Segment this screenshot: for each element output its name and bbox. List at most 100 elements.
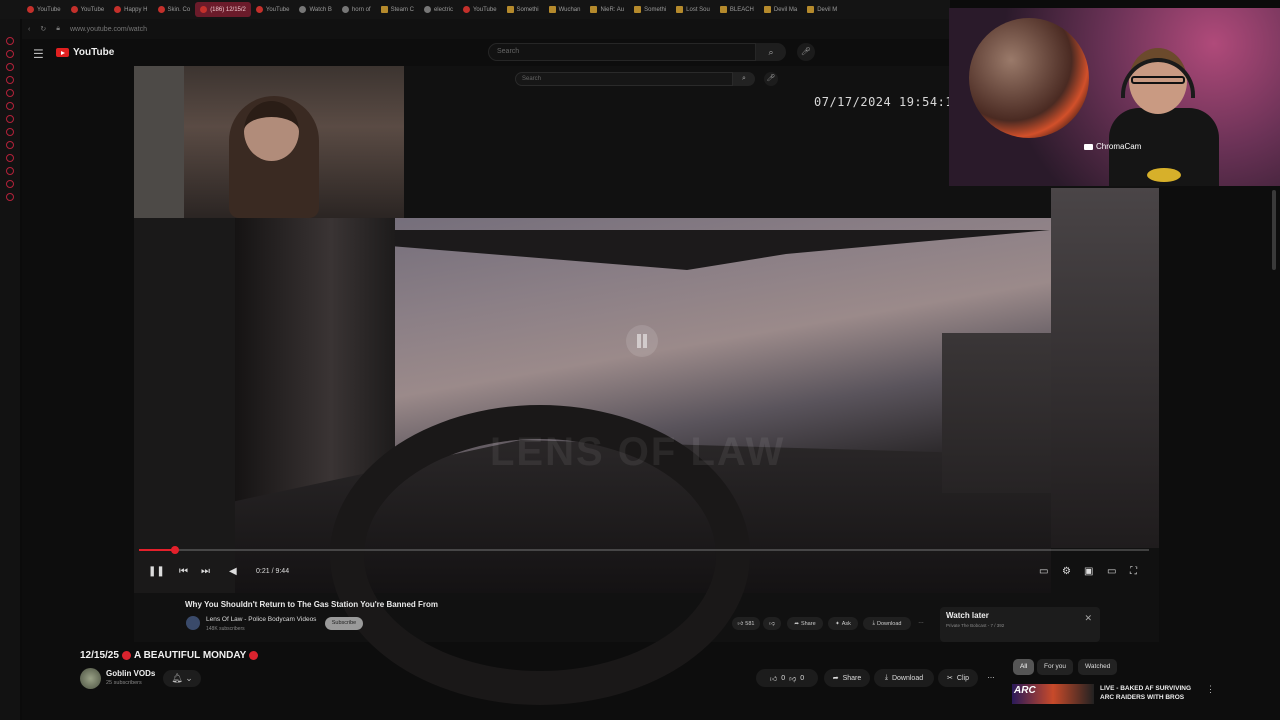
browser-tab[interactable]: (186) 12/15/2: [195, 2, 251, 17]
related-more-icon[interactable]: ⋮: [1206, 684, 1215, 695]
fullscreen-icon[interactable]: ⛶︎: [1130, 566, 1137, 577]
browser-tab[interactable]: horn of: [337, 2, 376, 17]
browser-tab[interactable]: Wuchan: [544, 2, 586, 17]
search-button[interactable]: ⌕: [756, 43, 786, 61]
time-display: 0:21 / 9:44: [256, 568, 290, 575]
sidebar-icon[interactable]: [6, 180, 14, 188]
inner-more-icon[interactable]: ⋯: [914, 617, 928, 630]
outer-download-button[interactable]: ⤓ Download: [874, 669, 934, 687]
next-icon[interactable]: ⏭︎: [201, 566, 210, 577]
inner-subscribe-button[interactable]: Subscribe: [325, 617, 363, 630]
camera-icon: [1084, 143, 1093, 150]
folder-icon: [763, 6, 771, 13]
settings-icon[interactable]: ⚙︎: [1062, 566, 1071, 577]
outer-like-count: 0: [781, 674, 786, 682]
inner-channel-name[interactable]: Lens Of Law - Police Bodycam Videos: [206, 616, 316, 623]
browser-tab[interactable]: Devil M: [802, 2, 842, 17]
download-icon: ⤓: [872, 620, 875, 626]
browser-tab[interactable]: BLEACH: [715, 2, 759, 17]
previous-icon[interactable]: ⏮︎: [179, 566, 188, 577]
search-icon: ⌕: [768, 47, 774, 57]
inner-download-button[interactable]: ⤓ Download: [863, 617, 911, 630]
share-icon: ➦: [832, 675, 839, 682]
sidebar-icon[interactable]: [6, 115, 14, 123]
outer-share-button[interactable]: ➦ Share: [824, 669, 870, 687]
sidebar-icon[interactable]: [6, 128, 14, 136]
youtube-logo[interactable]: YouTube: [56, 47, 114, 58]
browser-tab[interactable]: Happy H: [109, 2, 152, 17]
search-input[interactable]: Search: [488, 43, 756, 61]
browser-tab[interactable]: NieR: Au: [585, 2, 629, 17]
url-text[interactable]: www.youtube.com/watch: [70, 26, 147, 33]
sidebar-icon[interactable]: [6, 167, 14, 175]
youtube-logo-text: YouTube: [73, 47, 115, 58]
browser-tab[interactable]: YouTube: [66, 2, 110, 17]
inner-like-count: 581: [745, 620, 755, 627]
subtitles-icon[interactable]: ▭: [1039, 566, 1048, 577]
browser-tab[interactable]: Somethi: [502, 2, 544, 17]
outer-like-dislike[interactable]: 👍︎ 0 👎︎ 0: [756, 669, 818, 687]
youtube-play-icon: [56, 48, 69, 57]
youtube-icon: [255, 6, 263, 13]
browser-tab[interactable]: Skin. Co: [153, 2, 196, 17]
browser-tab[interactable]: YouTube: [22, 2, 66, 17]
inner-share-button[interactable]: ➦ Share: [787, 617, 823, 630]
sidebar-icon[interactable]: [6, 76, 14, 84]
progress-bar[interactable]: [139, 549, 1149, 551]
mic-icon[interactable]: 🎤︎: [797, 43, 815, 61]
sidebar-icon[interactable]: [6, 102, 14, 110]
browser-tab-label: Happy H: [124, 6, 148, 13]
thumbs-down-icon: 👎︎: [769, 620, 775, 627]
notification-bell-button[interactable]: 🔔︎ ⌄: [163, 670, 201, 687]
browser-tab[interactable]: Steam C: [376, 2, 419, 17]
inner-download-label: Download: [876, 620, 902, 627]
browser-tab[interactable]: YouTube: [251, 2, 295, 17]
sidebar-icon[interactable]: [6, 37, 14, 45]
chromacam-label: ChromaCam: [1084, 142, 1141, 151]
browser-tab[interactable]: electric: [419, 2, 458, 17]
scrollbar[interactable]: [1272, 190, 1276, 270]
sidebar-icon[interactable]: [6, 141, 14, 149]
back-icon[interactable]: ‹: [28, 26, 30, 33]
inner-like-button[interactable]: 👍︎ 581: [732, 617, 760, 630]
chip-all[interactable]: All: [1013, 659, 1035, 675]
related-video-thumbnail[interactable]: ARC: [1012, 684, 1094, 704]
browser-tab[interactable]: Watch B: [294, 2, 336, 17]
theater-mode-icon[interactable]: ▭: [1107, 566, 1116, 577]
thumbs-up-icon[interactable]: 👍︎: [770, 674, 777, 683]
browser-tab[interactable]: Devil Ma: [759, 2, 802, 17]
chip-for-you[interactable]: For you: [1037, 659, 1074, 675]
inner-dislike-button[interactable]: 👎︎: [763, 617, 781, 630]
outer-more-icon[interactable]: ⋯: [982, 669, 1000, 687]
inner-channel-avatar[interactable]: [186, 616, 200, 630]
related-video-title[interactable]: LIVE - BAKED AF SURVIVING ARC RAIDERS WI…: [1100, 684, 1200, 702]
reload-icon[interactable]: ↻: [40, 25, 46, 33]
watch-later-panel[interactable]: Watch later Private The Bobcast - 7 / 39…: [940, 607, 1100, 642]
thumbs-down-icon[interactable]: 👎︎: [789, 674, 796, 683]
miniplayer-icon[interactable]: ▣: [1084, 566, 1093, 577]
recording-timestamp: 07/17/2024 19:54:13: [814, 95, 961, 109]
sidebar-icon[interactable]: [6, 63, 14, 71]
outer-channel-avatar[interactable]: [80, 668, 101, 689]
volume-icon[interactable]: ◀︎: [229, 566, 237, 577]
sidebar-icon[interactable]: [6, 50, 14, 58]
planet-background: [969, 18, 1089, 138]
browser-tab[interactable]: Lost Sou: [671, 2, 715, 17]
pause-overlay-icon[interactable]: [626, 325, 658, 357]
hamburger-menu-icon[interactable]: ☰: [33, 47, 44, 61]
pause-icon[interactable]: ❚❚: [148, 566, 165, 577]
outer-clip-button[interactable]: ✂︎ Clip: [938, 669, 978, 687]
sidebar-icon[interactable]: [6, 154, 14, 162]
folder-icon: [380, 6, 388, 13]
video-watermark: LENS OF LAW: [490, 430, 786, 474]
browser-tab[interactable]: YouTube: [458, 2, 502, 17]
close-icon[interactable]: ✕: [1084, 613, 1092, 624]
inner-ask-label: Ask: [841, 620, 851, 627]
sidebar-icon[interactable]: [6, 193, 14, 201]
browser-tab[interactable]: Somethi: [629, 2, 671, 17]
inner-ask-button[interactable]: ✦ Ask: [828, 617, 858, 630]
sidebar-icon[interactable]: [6, 89, 14, 97]
chip-watched[interactable]: Watched: [1078, 659, 1118, 675]
watch-later-subtitle: Private The Bobcast - 7 / 392: [946, 623, 1005, 628]
outer-channel-name[interactable]: Goblin VODs: [106, 669, 155, 678]
